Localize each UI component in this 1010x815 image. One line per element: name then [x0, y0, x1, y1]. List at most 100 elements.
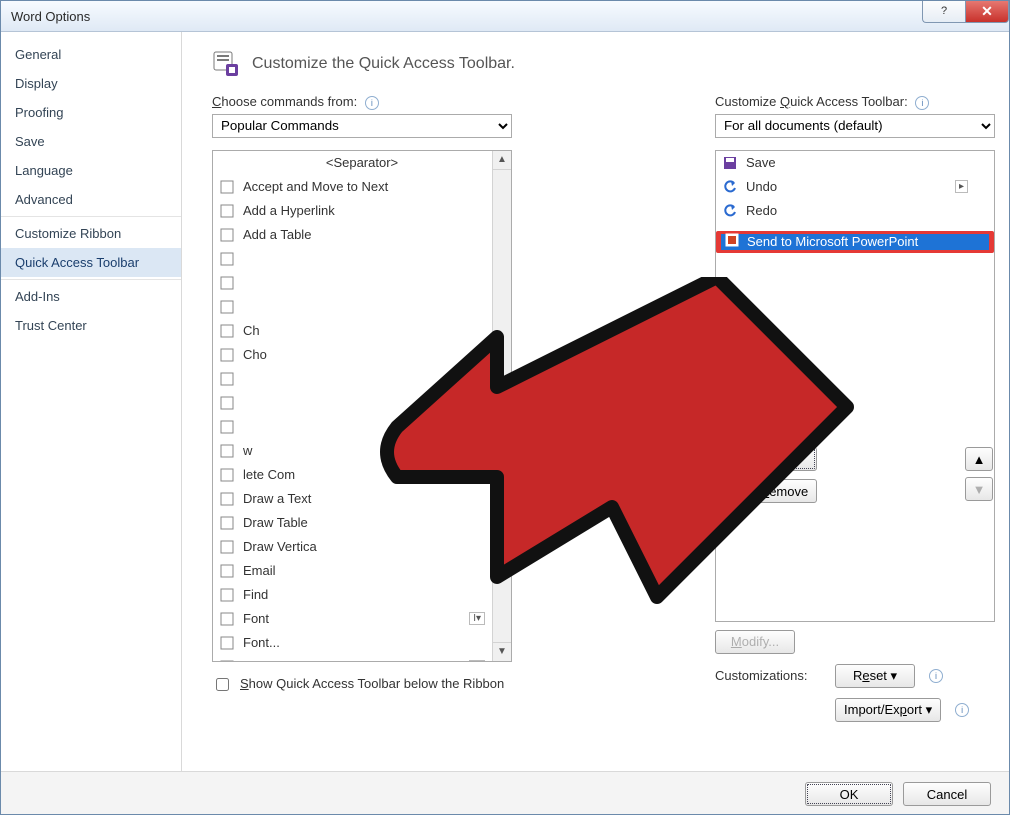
- command-icon: [219, 419, 235, 435]
- dropdown-indicator-icon: ▸: [955, 180, 968, 193]
- help-button[interactable]: ?: [922, 0, 965, 23]
- command-icon: [219, 563, 235, 579]
- modify-button[interactable]: Modify...: [715, 630, 795, 654]
- customize-qat-label: Customize Quick Access Toolbar:: [715, 94, 908, 109]
- customize-qat-combo[interactable]: For all documents (default): [715, 114, 995, 138]
- command-icon: [219, 539, 235, 555]
- selection-highlight: Send to Microsoft PowerPoint: [716, 231, 994, 253]
- info-icon[interactable]: i: [915, 96, 929, 110]
- command-icon: [219, 515, 235, 531]
- command-item[interactable]: [213, 247, 511, 271]
- command-item[interactable]: Email: [213, 559, 511, 583]
- qat-item-icon: [722, 155, 738, 171]
- ok-button[interactable]: OK: [805, 782, 893, 806]
- sidebar-item-customize-ribbon[interactable]: Customize Ribbon: [1, 216, 181, 248]
- command-item[interactable]: [213, 391, 511, 415]
- command-icon: [219, 323, 235, 339]
- command-icon: [219, 227, 235, 243]
- powerpoint-icon: [725, 233, 739, 250]
- choose-commands-column: Choose commands from: i Popular Commands…: [212, 94, 512, 722]
- qat-commands-list[interactable]: SaveUndo▸Redo: [715, 150, 995, 622]
- move-up-button[interactable]: ▲: [965, 447, 993, 471]
- command-item[interactable]: lete Com: [213, 463, 511, 487]
- customizations-label: Customizations:: [715, 668, 825, 683]
- command-icon: [219, 395, 235, 411]
- command-item[interactable]: Accept and Move to Next: [213, 175, 511, 199]
- scroll-down-icon[interactable]: ▼: [493, 642, 511, 661]
- command-item[interactable]: Ch: [213, 319, 511, 343]
- sidebar-item-trust-center[interactable]: Trust Center: [1, 311, 181, 340]
- qat-item[interactable]: Undo▸: [716, 175, 994, 199]
- command-item[interactable]: [213, 271, 511, 295]
- dialog-footer: OK Cancel: [1, 771, 1009, 815]
- command-icon: [219, 179, 235, 195]
- sidebar-item-proofing[interactable]: Proofing: [1, 98, 181, 127]
- command-icon: [219, 203, 235, 219]
- choose-commands-label: Choose commands from:: [212, 94, 357, 109]
- command-item[interactable]: Font...: [213, 631, 511, 655]
- move-down-button[interactable]: ▼: [965, 477, 993, 501]
- command-icon: [219, 635, 235, 651]
- command-item[interactable]: <Separator>: [213, 151, 511, 175]
- sidebar-item-quick-access-toolbar[interactable]: Quick Access Toolbar: [1, 248, 181, 277]
- command-icon: [219, 371, 235, 387]
- selected-qat-item-label: Send to Microsoft PowerPoint: [747, 234, 918, 249]
- scrollbar[interactable]: ▲ ▼: [492, 151, 511, 661]
- show-below-ribbon-checkbox[interactable]: [216, 678, 229, 691]
- qat-item-icon: [722, 179, 738, 195]
- qat-item[interactable]: Save: [716, 151, 994, 175]
- qat-item[interactable]: Redo: [716, 199, 994, 223]
- info-icon[interactable]: i: [929, 669, 943, 683]
- dropdown-indicator-icon: I▾: [469, 660, 485, 662]
- command-item[interactable]: Add a Hyperlink: [213, 199, 511, 223]
- add-button[interactable]: Add >>: [732, 447, 817, 471]
- command-item[interactable]: Font ColorI▾: [213, 655, 511, 662]
- command-item[interactable]: Add a Table: [213, 223, 511, 247]
- sidebar-item-language[interactable]: Language: [1, 156, 181, 185]
- reset-button[interactable]: Reset ▾: [835, 664, 915, 688]
- sidebar-item-save[interactable]: Save: [1, 127, 181, 156]
- dropdown-indicator-icon: I▾: [469, 612, 485, 625]
- available-commands-list[interactable]: <Separator>Accept and Move to NextAdd a …: [212, 150, 512, 662]
- command-item[interactable]: Draw Vertica: [213, 535, 511, 559]
- command-item[interactable]: w: [213, 439, 511, 463]
- command-icon: [219, 299, 235, 315]
- command-item[interactable]: Draw a Text: [213, 487, 511, 511]
- sidebar-item-add-ins[interactable]: Add-Ins: [1, 279, 181, 311]
- command-icon: [219, 659, 235, 662]
- sidebar-item-advanced[interactable]: Advanced: [1, 185, 181, 214]
- choose-commands-combo[interactable]: Popular Commands: [212, 114, 512, 138]
- import-export-button[interactable]: Import/Export ▾: [835, 698, 941, 722]
- command-item[interactable]: [213, 295, 511, 319]
- main-panel: Customize the Quick Access Toolbar. Choo…: [182, 32, 1009, 771]
- window-title: Word Options: [11, 9, 90, 24]
- command-item[interactable]: Draw Table: [213, 511, 511, 535]
- word-options-window: Word Options ? ✕ GeneralDisplayProofingS…: [0, 0, 1010, 815]
- scroll-up-icon[interactable]: ▲: [493, 151, 511, 170]
- remove-button[interactable]: << Remove: [732, 479, 817, 503]
- command-item[interactable]: FontI▾: [213, 607, 511, 631]
- show-below-ribbon-label: Show Quick Access Toolbar below the Ribb…: [240, 676, 504, 691]
- category-sidebar: GeneralDisplayProofingSaveLanguageAdvanc…: [1, 32, 182, 771]
- close-button[interactable]: ✕: [965, 0, 1009, 23]
- command-item[interactable]: [213, 415, 511, 439]
- command-icon: [219, 467, 235, 483]
- qat-column: Customize Quick Access Toolbar: i For al…: [715, 94, 995, 722]
- sidebar-item-display[interactable]: Display: [1, 69, 181, 98]
- title-bar: Word Options ? ✕: [1, 1, 1009, 32]
- command-item[interactable]: Cho: [213, 343, 511, 367]
- command-icon: [219, 491, 235, 507]
- cancel-button[interactable]: Cancel: [903, 782, 991, 806]
- command-icon: [219, 611, 235, 627]
- info-icon[interactable]: i: [955, 703, 969, 717]
- command-icon: [219, 251, 235, 267]
- command-item[interactable]: Find: [213, 583, 511, 607]
- command-icon: [219, 587, 235, 603]
- command-item[interactable]: [213, 367, 511, 391]
- qat-item-icon: [722, 203, 738, 219]
- command-icon: [219, 275, 235, 291]
- info-icon[interactable]: i: [365, 96, 379, 110]
- command-icon: [219, 347, 235, 363]
- command-icon: [219, 443, 235, 459]
- sidebar-item-general[interactable]: General: [1, 40, 181, 69]
